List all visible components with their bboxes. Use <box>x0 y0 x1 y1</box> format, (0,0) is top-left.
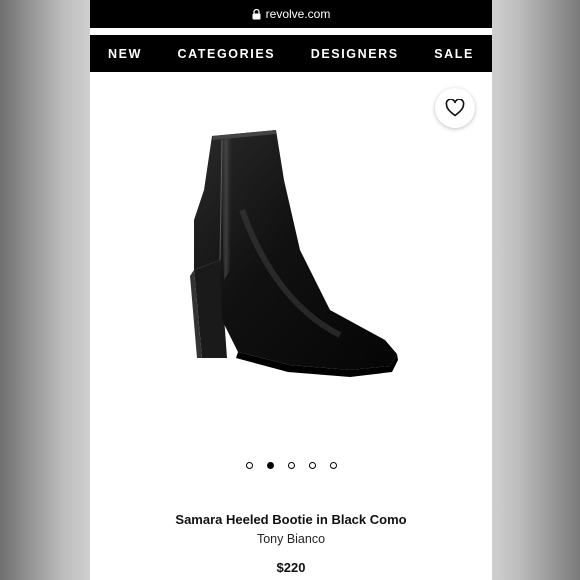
nav-item-categories[interactable]: CATEGORIES <box>177 47 275 61</box>
product-title: Samara Heeled Bootie in Black Como <box>175 512 407 527</box>
carousel-dot[interactable] <box>329 462 337 469</box>
ankle-boot-image[interactable] <box>180 120 492 390</box>
product-price: $220 <box>276 560 306 575</box>
lock-icon <box>252 8 261 19</box>
nav-item-new[interactable]: NEW <box>108 47 142 61</box>
browser-url: revolve.com <box>265 7 331 21</box>
carousel-dot[interactable] <box>245 462 253 469</box>
product-brand[interactable]: Tony Bianco <box>90 532 492 546</box>
heart-icon <box>445 99 465 117</box>
background-left <box>0 0 90 580</box>
browser-url-bar[interactable]: revolve.com <box>90 0 492 28</box>
nav-item-sale[interactable]: SALE <box>434 47 474 61</box>
carousel-dot[interactable] <box>308 462 316 469</box>
nav-item-designers[interactable]: DESIGNERS <box>311 47 399 61</box>
background-right <box>492 0 580 580</box>
carousel-dot-active[interactable] <box>266 462 274 469</box>
main-nav: NEW CATEGORIES DESIGNERS SALE <box>90 35 492 72</box>
phone-screen: revolve.com NEW CATEGORIES DESIGNERS SAL… <box>90 0 492 580</box>
carousel-dots <box>90 462 492 469</box>
carousel-dot[interactable] <box>287 462 295 469</box>
